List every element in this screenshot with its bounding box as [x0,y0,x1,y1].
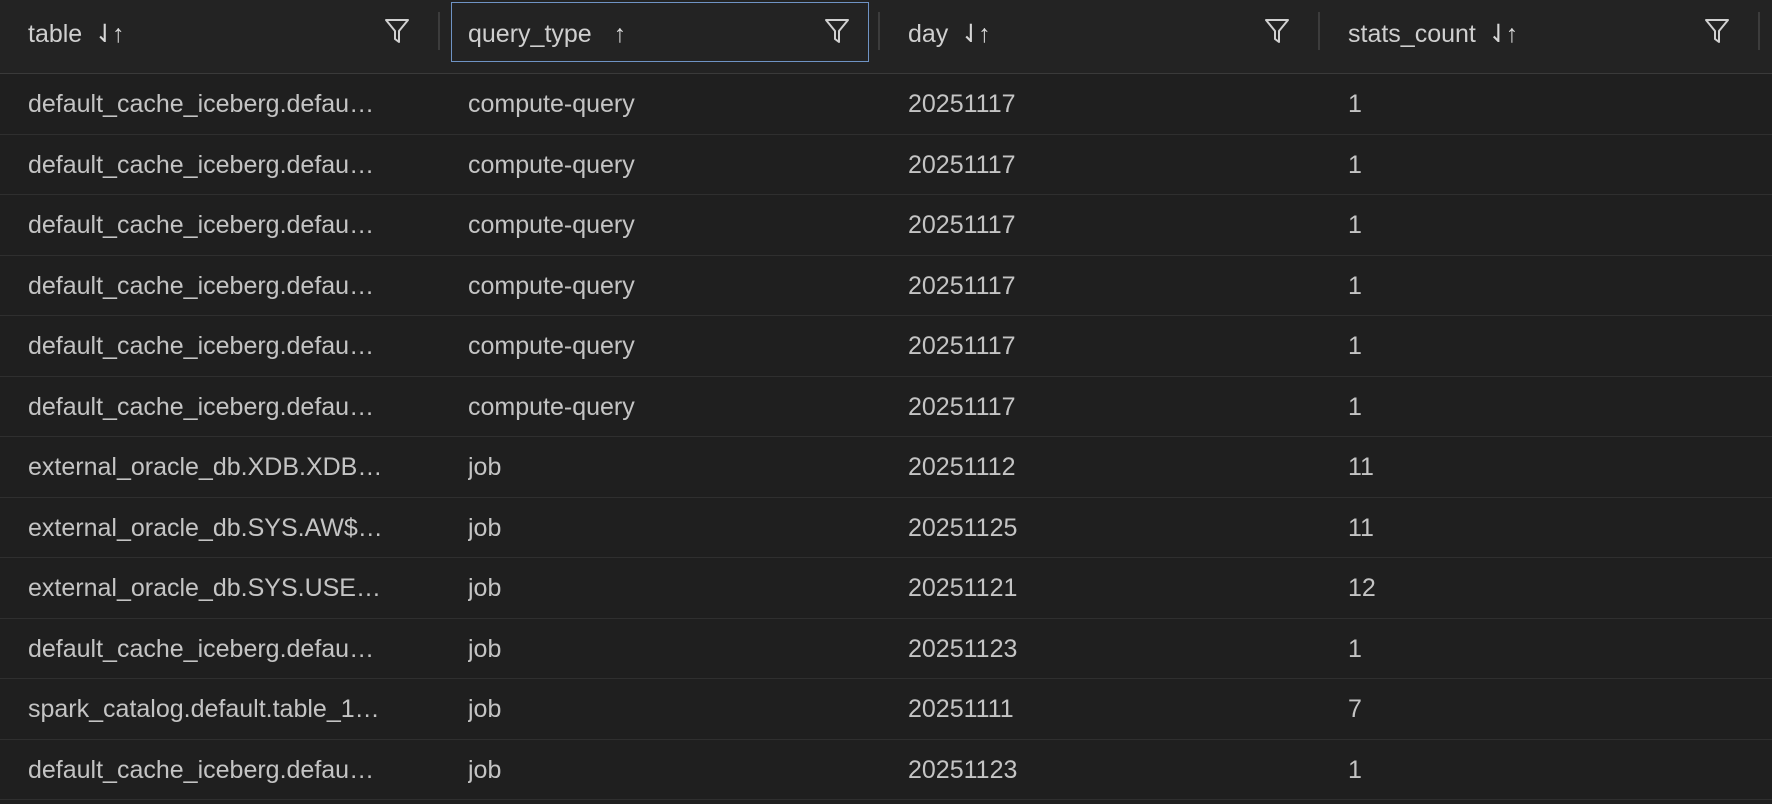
cell-stats-count[interactable]: 11 [1348,437,1728,497]
cell-table[interactable]: default_cache_iceberg.defau… [28,74,413,134]
filter-icon[interactable] [384,17,410,45]
table-row[interactable]: default_cache_iceberg.defau… job 20251123 1 [0,739,1772,800]
sort-icon[interactable]: ⇃↑ [94,19,125,49]
cell-day[interactable]: 20251117 [908,256,1288,316]
column-header-label: query_type ↑ [468,19,626,49]
cell-stats-count[interactable]: 1 [1348,256,1728,316]
cell-stats-count[interactable]: 1 [1348,195,1728,255]
cell-table[interactable]: default_cache_iceberg.defau… [28,740,413,800]
cell-stats-count[interactable]: 1 [1348,135,1728,195]
table-row[interactable]: default_cache_iceberg.defau… compute-quer… [0,195,1772,256]
cell-table[interactable]: default_cache_iceberg.defau… [28,135,413,195]
table-row[interactable]: external_oracle_db.SYS.AW$… job 20251125 11 [0,497,1772,558]
cell-query-type[interactable]: job [468,679,848,739]
cell-query-type[interactable]: job [468,437,848,497]
cell-day[interactable]: 20251117 [908,316,1288,376]
column-header-label: table ⇃↑ [28,19,125,49]
table-row[interactable]: default_cache_iceberg.defau… compute-quer… [0,134,1772,195]
cell-stats-count[interactable]: 7 [1348,679,1728,739]
cell-stats-count[interactable]: 12 [1348,558,1728,618]
cell-day[interactable]: 20251117 [908,74,1288,134]
cell-query-type[interactable]: job [468,558,848,618]
table-row[interactable]: external_oracle_db.XDB.XDB… job 20251112 11 [0,437,1772,498]
sort-icon[interactable]: ⇃↑ [1488,19,1519,49]
cell-table[interactable]: external_oracle_db.SYS.USE… [28,558,413,618]
data-grid: table ⇃↑ query_type ↑ day ⇃↑ stats_count ⇃↑ [0,0,1772,804]
column-header-label: stats_count ⇃↑ [1348,19,1519,49]
cell-table[interactable]: external_oracle_db.SYS.AW$… [28,498,413,558]
filter-icon[interactable] [1704,17,1730,45]
table-row[interactable]: default_cache_iceberg.defau… compute-quer… [0,74,1772,135]
cell-day[interactable]: 20251123 [908,619,1288,679]
sort-icon[interactable]: ⇃↑ [960,19,991,49]
cell-query-type[interactable]: compute-query [468,74,848,134]
column-header-table[interactable]: table ⇃↑ [0,0,440,73]
cell-query-type[interactable]: job [468,498,848,558]
grid-header: table ⇃↑ query_type ↑ day ⇃↑ stats_count ⇃↑ [0,0,1772,74]
cell-table[interactable]: default_cache_iceberg.defau… [28,377,413,437]
cell-query-type[interactable]: compute-query [468,135,848,195]
cell-day[interactable]: 20251111 [908,679,1288,739]
cell-table[interactable]: default_cache_iceberg.defau… [28,256,413,316]
table-row[interactable]: default_cache_iceberg.defau… compute-quer… [0,316,1772,377]
filter-icon[interactable] [824,17,850,45]
table-row[interactable]: default_cache_iceberg.defau… job 20251123 1 [0,618,1772,679]
cell-query-type[interactable]: job [468,619,848,679]
column-header-query-type[interactable]: query_type ↑ [440,0,880,73]
cell-query-type[interactable]: compute-query [468,377,848,437]
cell-stats-count[interactable]: 1 [1348,619,1728,679]
cell-day[interactable]: 20251117 [908,377,1288,437]
cell-query-type[interactable]: job [468,740,848,800]
column-header-label: day ⇃↑ [908,19,991,49]
cell-query-type[interactable]: compute-query [468,195,848,255]
column-resize-handle[interactable] [1758,12,1760,50]
cell-query-type[interactable]: compute-query [468,316,848,376]
table-row[interactable]: default_cache_iceberg.defau… compute-quer… [0,376,1772,437]
filter-icon[interactable] [1264,17,1290,45]
cell-stats-count[interactable]: 1 [1348,377,1728,437]
sort-ascending-icon[interactable]: ↑ [614,19,626,49]
cell-stats-count[interactable]: 1 [1348,74,1728,134]
cell-table[interactable]: external_oracle_db.XDB.XDB… [28,437,413,497]
cell-stats-count[interactable]: 1 [1348,740,1728,800]
cell-day[interactable]: 20251117 [908,135,1288,195]
cell-day[interactable]: 20251123 [908,740,1288,800]
table-row[interactable]: default_cache_iceberg.defau… compute-quer… [0,255,1772,316]
cell-day[interactable]: 20251117 [908,195,1288,255]
column-header-day[interactable]: day ⇃↑ [880,0,1320,73]
cell-query-type[interactable]: compute-query [468,256,848,316]
table-row[interactable]: spark_catalog.default.table_1… job 2025111… [0,679,1772,740]
cell-table[interactable]: default_cache_iceberg.defau… [28,195,413,255]
column-header-stats-count[interactable]: stats_count ⇃↑ [1320,0,1760,73]
cell-stats-count[interactable]: 1 [1348,316,1728,376]
cell-table[interactable]: default_cache_iceberg.defau… [28,619,413,679]
cell-day[interactable]: 20251125 [908,498,1288,558]
cell-stats-count[interactable]: 11 [1348,498,1728,558]
cell-table[interactable]: spark_catalog.default.table_1… [28,679,413,739]
cell-table[interactable]: default_cache_iceberg.defau… [28,316,413,376]
table-row[interactable]: external_oracle_db.SYS.USE… job 20251121 12 [0,558,1772,619]
grid-body: default_cache_iceberg.defau… compute-quer… [0,74,1772,800]
cell-day[interactable]: 20251121 [908,558,1288,618]
cell-day[interactable]: 20251112 [908,437,1288,497]
